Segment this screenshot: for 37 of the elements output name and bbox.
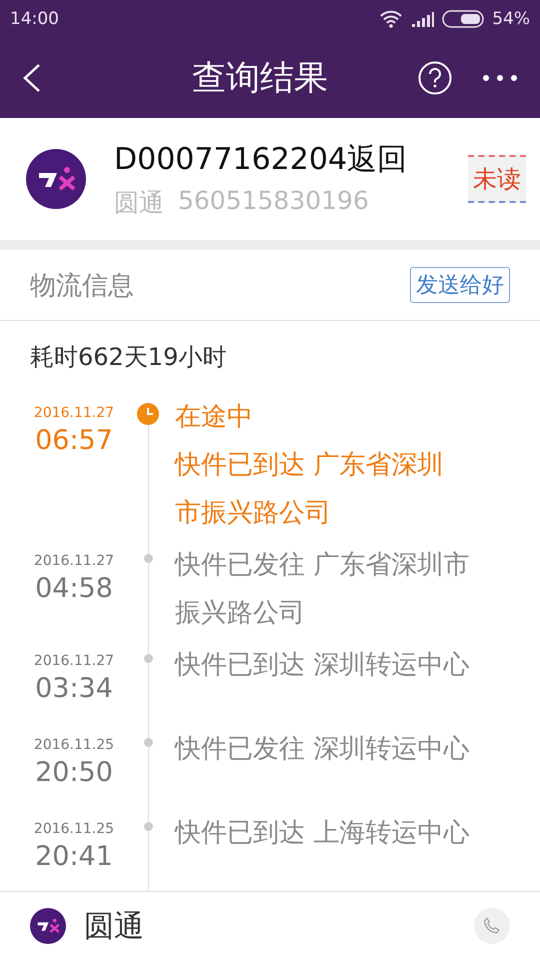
battery-percent: 54% [492, 9, 530, 29]
unread-stamp: 未读 [468, 155, 526, 203]
event-time: 03:34 [35, 673, 113, 704]
package-title: D00077162204返回 [114, 141, 408, 179]
event-description: 快件已发往 深圳转运中心 [175, 733, 470, 766]
logo-icon [30, 908, 66, 944]
event-time: 20:41 [35, 841, 113, 872]
section-title: 物流信息 [30, 270, 135, 302]
logo-icon [26, 149, 86, 209]
event-date: 2016.11.27 [34, 553, 114, 569]
phone-button[interactable] [474, 908, 510, 944]
event-date: 2016.11.27 [34, 653, 114, 669]
tracking-number: 560515830196 [178, 186, 369, 217]
event-status: 在途中 [175, 403, 254, 434]
event-date: 2016.11.25 [34, 737, 114, 753]
page-title: 查询结果 [191, 57, 329, 100]
duration-text: 耗时662天19小时 [29, 342, 228, 373]
event-description: 快件已发往 广东省深圳市 振兴路公司 [175, 549, 470, 630]
carrier-name: 圆通 [84, 908, 145, 946]
event-time: 20:50 [35, 757, 113, 788]
event-time: 06:57 [35, 425, 113, 456]
event-description: 快件已到达 广东省深圳 市振兴路公司 [175, 449, 444, 530]
share-button[interactable]: 发送给好 [410, 267, 510, 303]
wifi-icon [380, 10, 402, 28]
battery-icon [442, 10, 484, 28]
carrier-name: 圆通 [114, 187, 164, 219]
event-description: 快件已到达 上海转运中心 [175, 817, 470, 850]
event-time: 04:58 [35, 573, 113, 604]
event-description: 快件已到达 深圳转运中心 [175, 649, 470, 682]
event-date: 2016.11.25 [34, 821, 114, 837]
event-date: 2016.11.27 [34, 405, 114, 421]
phone-icon [482, 916, 502, 936]
more-icon[interactable] [482, 74, 518, 82]
status-time: 14:00 [10, 9, 59, 29]
signal-icon [410, 11, 434, 27]
help-icon[interactable] [418, 61, 452, 95]
back-icon[interactable] [22, 63, 42, 93]
